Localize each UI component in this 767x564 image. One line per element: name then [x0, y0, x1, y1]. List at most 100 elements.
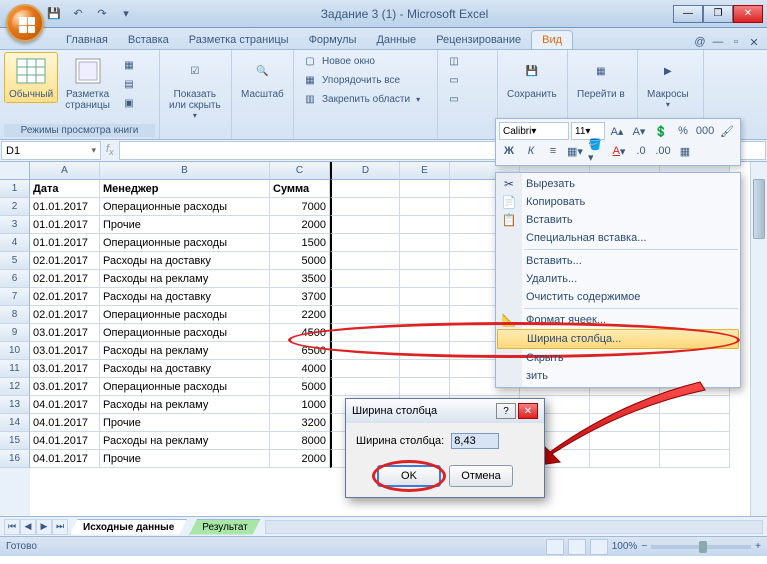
minimize-button[interactable]: — — [673, 5, 703, 23]
row-header[interactable]: 6 — [0, 270, 30, 288]
cell[interactable]: 6500 — [270, 342, 330, 360]
restore-window-icon[interactable]: ▫ — [729, 35, 743, 49]
cell[interactable] — [400, 324, 450, 342]
row-header[interactable]: 4 — [0, 234, 30, 252]
tab-formulas[interactable]: Формулы — [299, 31, 367, 49]
cell[interactable]: Расходы на доставку — [100, 252, 270, 270]
page-break-preview-icon[interactable]: ▦ — [117, 56, 141, 74]
cell[interactable]: 1000 — [270, 396, 330, 414]
merge-icon[interactable]: ▦ — [675, 142, 695, 160]
ctx-paste[interactable]: 📋Вставить — [496, 211, 740, 229]
cell[interactable] — [330, 180, 400, 198]
minimize-ribbon-icon[interactable]: — — [711, 35, 725, 49]
zoom-out-icon[interactable]: − — [641, 541, 647, 552]
dialog-help-icon[interactable]: ? — [496, 403, 516, 419]
italic-icon[interactable]: К — [521, 142, 541, 160]
name-box[interactable]: D1▾ — [1, 141, 101, 160]
undo-icon[interactable]: ↶ — [68, 4, 88, 24]
ctx-hide[interactable]: Скрыть — [496, 349, 740, 367]
cell[interactable] — [400, 342, 450, 360]
cell[interactable]: 2200 — [270, 306, 330, 324]
row-header[interactable]: 7 — [0, 288, 30, 306]
cell[interactable] — [330, 378, 400, 396]
row-header[interactable]: 16 — [0, 450, 30, 468]
cell[interactable]: 7000 — [270, 198, 330, 216]
cell[interactable] — [400, 216, 450, 234]
help-icon[interactable]: @ — [693, 35, 707, 49]
borders-icon[interactable]: ▦▾ — [565, 142, 585, 160]
cell[interactable] — [400, 198, 450, 216]
ctx-delete[interactable]: Удалить... — [496, 270, 740, 288]
ctx-cut[interactable]: ✂Вырезать — [496, 175, 740, 193]
cell[interactable]: Расходы на доставку — [100, 288, 270, 306]
cell[interactable] — [400, 252, 450, 270]
cell[interactable] — [330, 342, 400, 360]
increase-decimal-icon[interactable]: .00 — [653, 142, 673, 160]
decrease-decimal-icon[interactable]: .0 — [631, 142, 651, 160]
redo-icon[interactable]: ↷ — [92, 4, 112, 24]
last-sheet-icon[interactable]: ⏭ — [52, 519, 68, 535]
cell[interactable]: Операционные расходы — [100, 306, 270, 324]
page-layout-button[interactable]: Разметка страницы — [60, 52, 115, 114]
cell[interactable]: Операционные расходы — [100, 378, 270, 396]
cell[interactable]: Операционные расходы — [100, 198, 270, 216]
cell[interactable]: 02.01.2017 — [30, 270, 100, 288]
row-header[interactable]: 2 — [0, 198, 30, 216]
cell[interactable]: 3700 — [270, 288, 330, 306]
maximize-button[interactable]: ❐ — [703, 5, 733, 23]
cell[interactable]: 04.01.2017 — [30, 432, 100, 450]
ctx-unhide[interactable]: зить — [496, 367, 740, 385]
cell[interactable] — [400, 360, 450, 378]
row-header[interactable]: 11 — [0, 360, 30, 378]
save-workspace-button[interactable]: 💾Сохранить — [502, 52, 562, 103]
new-window-button[interactable]: ▢Новое окно — [298, 52, 424, 70]
cell[interactable] — [330, 252, 400, 270]
ctx-format-cells[interactable]: 📐Формат ячеек... — [496, 311, 740, 329]
zoom-level[interactable]: 100% — [612, 541, 638, 552]
page-layout-view-icon[interactable] — [568, 539, 586, 555]
cell[interactable]: 01.01.2017 — [30, 198, 100, 216]
macros-button[interactable]: ▶Макросы▾ — [642, 52, 694, 112]
col-header-e[interactable]: E — [400, 162, 450, 180]
percent-icon[interactable]: % — [673, 122, 693, 140]
cell[interactable]: 4500 — [270, 324, 330, 342]
normal-view-button[interactable]: Обычный — [4, 52, 58, 103]
tab-page-layout[interactable]: Разметка страницы — [179, 31, 299, 49]
font-selector[interactable]: Calibri ▾ — [499, 122, 569, 140]
cell[interactable]: 04.01.2017 — [30, 450, 100, 468]
font-color-icon[interactable]: A▾ — [609, 142, 629, 160]
switch-windows-button[interactable]: ▦Перейти в — [572, 52, 630, 103]
cell[interactable]: 4000 — [270, 360, 330, 378]
cell[interactable]: 03.01.2017 — [30, 360, 100, 378]
ok-button[interactable]: OK — [377, 465, 441, 487]
col-header-b[interactable]: B — [100, 162, 270, 180]
zoom-in-icon[interactable]: + — [755, 541, 761, 552]
dialog-titlebar[interactable]: Ширина столбца ?✕ — [346, 399, 544, 423]
cell[interactable] — [330, 216, 400, 234]
horizontal-scrollbar[interactable] — [265, 520, 763, 534]
ctx-clear[interactable]: Очистить содержимое — [496, 288, 740, 306]
cell[interactable] — [330, 324, 400, 342]
width-input[interactable] — [451, 433, 499, 449]
cell[interactable] — [400, 180, 450, 198]
sheet-tab-result[interactable]: Результат — [189, 519, 260, 535]
row-header[interactable]: 8 — [0, 306, 30, 324]
cell[interactable]: 01.01.2017 — [30, 216, 100, 234]
ctx-paste-special[interactable]: Специальная вставка... — [496, 229, 740, 247]
ctx-insert[interactable]: Вставить... — [496, 252, 740, 270]
zoom-slider[interactable] — [651, 545, 751, 549]
first-sheet-icon[interactable]: ⏮ — [4, 519, 20, 535]
row-header[interactable]: 3 — [0, 216, 30, 234]
row-header[interactable]: 15 — [0, 432, 30, 450]
chevron-down-icon[interactable]: ▾ — [91, 145, 96, 156]
currency-icon[interactable]: 💲 — [651, 122, 671, 140]
shrink-font-icon[interactable]: A▾ — [629, 122, 649, 140]
cell[interactable]: 02.01.2017 — [30, 288, 100, 306]
zoom-button[interactable]: 🔍Масштаб — [236, 52, 289, 103]
cell[interactable]: 3200 — [270, 414, 330, 432]
cell[interactable]: Расходы на доставку — [100, 360, 270, 378]
split-icon[interactable]: ◫ — [442, 52, 466, 70]
cell[interactable]: Расходы на рекламу — [100, 342, 270, 360]
close-workbook-icon[interactable]: ✕ — [747, 35, 761, 49]
tab-insert[interactable]: Вставка — [118, 31, 179, 49]
